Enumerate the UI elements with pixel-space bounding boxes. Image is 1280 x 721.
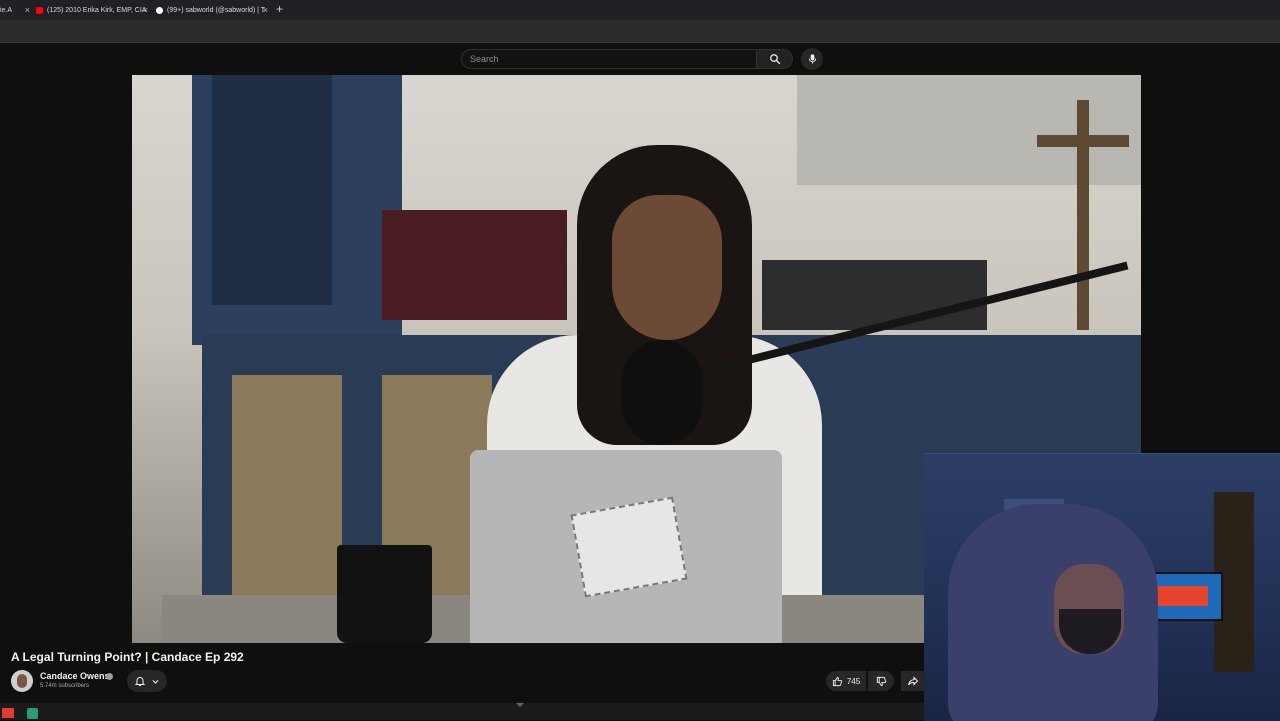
cabinet-panel <box>232 375 342 605</box>
close-tab-icon[interactable]: × <box>263 5 268 15</box>
presenter-face <box>612 195 722 340</box>
video-title: A Legal Turning Point? | Candace Ep 292 <box>11 650 244 664</box>
crucifix-bar <box>1037 135 1129 147</box>
close-tab-icon[interactable]: × <box>25 5 30 15</box>
book-row <box>382 210 567 320</box>
subscriber-count: 5.74m subscribers <box>40 683 90 689</box>
youtube-favicon-icon <box>36 6 43 14</box>
share-button[interactable] <box>901 671 925 691</box>
tiktok-favicon-icon <box>156 6 163 14</box>
share-icon <box>908 676 919 686</box>
podcast-microphone <box>622 340 702 445</box>
close-tab-icon[interactable]: × <box>143 5 148 15</box>
like-button[interactable]: 745 <box>826 671 866 691</box>
browser-tab[interactable]: (99+) sabworld (@sabworld) | T × <box>156 0 268 20</box>
dislike-button[interactable] <box>868 671 894 691</box>
progress-marker <box>516 703 524 707</box>
book-stack <box>762 260 987 330</box>
search-icon <box>769 54 780 65</box>
taskbar <box>0 703 924 720</box>
verified-badge-icon <box>106 673 113 680</box>
mic-icon <box>808 54 816 64</box>
bookshelf-interior <box>212 75 332 305</box>
browser-tab[interactable]: (125) 2010 Erika Kirk, EMP, CIA × <box>36 0 148 20</box>
search-button[interactable] <box>757 49 793 69</box>
streamer-hoodie <box>948 504 1158 721</box>
search-input[interactable]: Search <box>461 49 757 69</box>
chevron-down-icon <box>152 679 159 684</box>
webcam-overlay <box>924 453 1280 721</box>
address-bar[interactable] <box>0 20 1280 43</box>
taskbar-app-icon[interactable] <box>2 708 14 718</box>
browser-tab[interactable]: ie.A × <box>0 0 30 20</box>
wall-painting <box>797 75 1141 185</box>
thumbs-down-icon <box>876 676 886 686</box>
coffee-mug <box>337 545 432 643</box>
like-count: 745 <box>846 676 861 686</box>
channel-name[interactable]: Candace Owens <box>40 671 110 681</box>
laptop-sticker <box>570 496 688 598</box>
bell-icon <box>134 677 146 686</box>
search-placeholder: Search <box>470 54 499 64</box>
tv-fire-image <box>1156 586 1208 606</box>
voice-search-button[interactable] <box>801 48 823 70</box>
taskbar-app-icon[interactable] <box>27 708 38 719</box>
new-tab-button[interactable]: + <box>276 2 283 16</box>
browser-tab-strip: ie.A × (125) 2010 Erika Kirk, EMP, CIA ×… <box>0 0 1280 20</box>
tab-label: (99+) sabworld (@sabworld) | T <box>167 6 266 14</box>
channel-avatar[interactable] <box>11 670 33 692</box>
tab-label: ie.A <box>0 6 13 14</box>
tab-label: (125) 2010 Erika Kirk, EMP, CIA <box>47 6 147 14</box>
thumbs-up-icon <box>832 676 842 686</box>
notifications-button[interactable] <box>127 670 167 692</box>
